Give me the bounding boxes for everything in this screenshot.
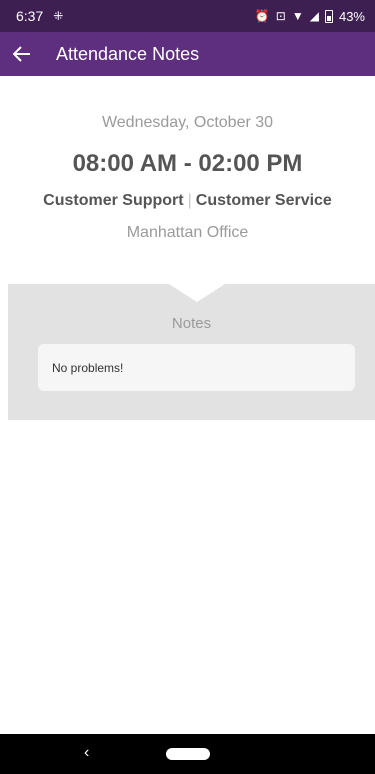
shift-info: Wednesday, October 30 08:00 AM - 02:00 P… [0,76,375,242]
role-primary: Customer Support [43,192,184,209]
battery-icon [324,9,333,23]
shift-location: Manhattan Office [126,224,249,241]
system-back-button[interactable]: ‹ [84,744,89,762]
role-secondary: Customer Service [195,192,332,209]
notes-text: No problems! [38,344,355,391]
arrow-left-icon [13,46,30,62]
alarm-icon: ⏰ [254,9,270,23]
notes-section: Notes No problems! [8,284,375,420]
wifi-icon: ▼ [291,9,304,23]
status-bar: 6:37 ⁜ ⏰ ⊡ ▼ ◢ 43% [0,0,375,32]
system-home-button[interactable] [165,748,210,760]
role-separator: | [187,192,192,209]
shift-time-range: 08:00 AM - 02:00 PM [72,150,303,177]
back-button[interactable] [0,32,44,76]
status-right: ⏰ ⊡ ▼ ◢ 43% [255,9,365,24]
status-left: 6:37 ⁜ [16,8,63,24]
slack-notification-icon: ⁜ [53,9,64,23]
signal-icon: ◢ [309,9,319,23]
shift-date: Wednesday, October 30 [101,114,274,131]
shift-roles: Customer Support | Customer Service [0,192,375,210]
page-title: Attendance Notes [56,43,200,64]
notes-notch [169,284,225,302]
status-time: 6:37 [16,8,44,24]
app-bar: Attendance Notes [0,32,375,76]
system-nav-bar: ‹ [0,734,375,774]
battery-percent: 43% [338,8,365,24]
vibrate-icon: ⊡ [275,9,286,23]
notes-title: Notes [171,315,212,332]
